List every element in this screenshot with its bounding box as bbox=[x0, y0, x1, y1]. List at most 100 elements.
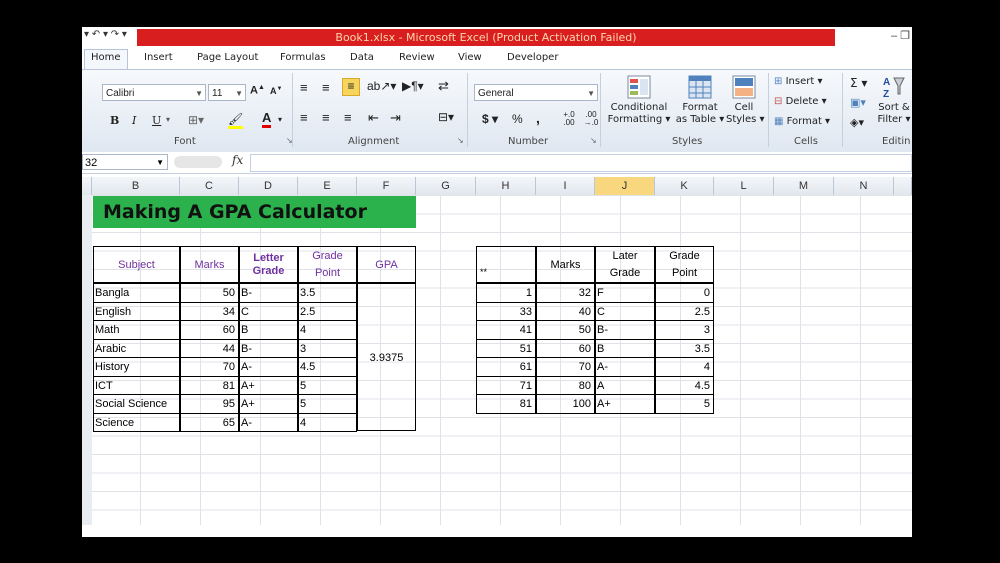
lookup-header-marks[interactable]: Marks bbox=[536, 246, 595, 283]
align-left-icon[interactable]: ≡ bbox=[300, 110, 308, 125]
insert-cells-button[interactable]: ⊞ Insert ▾ bbox=[774, 76, 822, 87]
lookup-to-cell[interactable]: 70 bbox=[536, 357, 595, 377]
cell-area[interactable]: Making A GPA Calculator Subject Marks Le… bbox=[82, 195, 912, 537]
sort-filter-button[interactable]: AZ Sort & Filter ▾ bbox=[876, 74, 912, 126]
lookup-from-cell[interactable]: 1 bbox=[476, 283, 536, 303]
letter-grade-cell[interactable]: B- bbox=[239, 338, 298, 358]
lookup-grade-cell[interactable]: A+ bbox=[595, 394, 655, 414]
column-header-o[interactable] bbox=[894, 177, 912, 195]
tab-page-layout[interactable]: Page Layout bbox=[197, 52, 258, 63]
grow-font-button[interactable]: A▲ bbox=[250, 84, 265, 97]
subject-cell[interactable]: English bbox=[93, 301, 180, 321]
lookup-header-later-grade[interactable]: Later Grade bbox=[595, 246, 655, 283]
lookup-grade-cell[interactable]: B bbox=[595, 338, 655, 358]
grade-point-cell[interactable]: 3.5 bbox=[298, 283, 357, 303]
lookup-from-cell[interactable]: 41 bbox=[476, 320, 536, 340]
letter-grade-cell[interactable]: A+ bbox=[239, 394, 298, 414]
lookup-grade-cell[interactable]: B- bbox=[595, 320, 655, 340]
marks-cell[interactable]: 60 bbox=[180, 320, 239, 340]
column-header-f[interactable]: F bbox=[357, 177, 416, 195]
header-subject[interactable]: Subject bbox=[93, 246, 180, 283]
select-all-corner[interactable] bbox=[82, 177, 92, 195]
conditional-formatting-button[interactable]: Conditional Formatting ▾ bbox=[606, 74, 672, 126]
chevron-down-icon[interactable]: ▾ bbox=[278, 115, 282, 124]
shrink-font-button[interactable]: A▼ bbox=[270, 86, 282, 96]
lookup-to-cell[interactable]: 32 bbox=[536, 283, 595, 303]
marks-cell[interactable]: 44 bbox=[180, 338, 239, 358]
header-gpa[interactable]: GPA bbox=[357, 246, 416, 283]
subject-cell[interactable]: Math bbox=[93, 320, 180, 340]
lookup-point-cell[interactable]: 2.5 bbox=[655, 301, 714, 321]
grade-point-cell[interactable]: 4 bbox=[298, 412, 357, 432]
merge-center-icon[interactable]: ⊟▾ bbox=[438, 110, 454, 124]
text-direction-icon[interactable]: ▶¶▾ bbox=[402, 79, 424, 93]
decrease-decimal-button[interactable]: .00 →.0 bbox=[582, 111, 600, 127]
font-name-combo[interactable]: Calibri ▼ bbox=[102, 84, 206, 101]
formula-input[interactable] bbox=[250, 154, 912, 172]
header-letter-grade[interactable]: Letter Grade bbox=[239, 246, 298, 283]
letter-grade-cell[interactable]: C bbox=[239, 301, 298, 321]
lookup-header-grade-point[interactable]: Grade Point bbox=[655, 246, 714, 283]
marks-cell[interactable]: 81 bbox=[180, 375, 239, 395]
letter-grade-cell[interactable]: A- bbox=[239, 357, 298, 377]
percent-button[interactable]: % bbox=[512, 112, 523, 126]
fill-icon[interactable]: ▣▾ bbox=[850, 96, 866, 109]
tab-view[interactable]: View bbox=[458, 52, 482, 63]
fill-color-icon[interactable]: 🖌 bbox=[228, 112, 244, 129]
insert-function-icon[interactable]: fx bbox=[232, 153, 243, 167]
column-header-g[interactable]: G bbox=[416, 177, 476, 195]
borders-icon[interactable]: ⊞▾ bbox=[188, 113, 204, 127]
column-header-e[interactable]: E bbox=[298, 177, 357, 195]
window-controls[interactable]: – ❐ bbox=[891, 29, 910, 42]
column-header-b[interactable]: B bbox=[92, 177, 180, 195]
subject-cell[interactable]: ICT bbox=[93, 375, 180, 395]
gpa-value[interactable]: 3.9375 bbox=[357, 283, 416, 431]
lookup-from-cell[interactable]: 71 bbox=[476, 375, 536, 395]
bold-button[interactable]: B bbox=[110, 114, 119, 127]
subject-cell[interactable]: Social Science bbox=[93, 394, 180, 414]
lookup-to-cell[interactable]: 100 bbox=[536, 394, 595, 414]
lookup-to-cell[interactable]: 60 bbox=[536, 338, 595, 358]
format-as-table-button[interactable]: Format as Table ▾ bbox=[672, 74, 728, 126]
lookup-to-cell[interactable]: 50 bbox=[536, 320, 595, 340]
align-center-icon[interactable]: ≡ bbox=[322, 110, 330, 125]
align-top-icon[interactable]: ≡ bbox=[300, 80, 308, 95]
currency-button[interactable]: $ ▾ bbox=[482, 112, 498, 126]
grade-point-cell[interactable]: 4 bbox=[298, 320, 357, 340]
lookup-from-cell[interactable]: 81 bbox=[476, 394, 536, 414]
lookup-grade-cell[interactable]: A bbox=[595, 375, 655, 395]
marks-cell[interactable]: 65 bbox=[180, 412, 239, 432]
subject-cell[interactable]: Arabic bbox=[93, 338, 180, 358]
column-header-k[interactable]: K bbox=[655, 177, 714, 195]
align-bottom-icon[interactable]: ≡ bbox=[342, 78, 360, 96]
align-middle-icon[interactable]: ≡ bbox=[322, 80, 330, 95]
subject-cell[interactable]: Science bbox=[93, 412, 180, 432]
header-grade-point[interactable]: Grade Point bbox=[298, 246, 357, 283]
tab-review[interactable]: Review bbox=[399, 52, 435, 63]
increase-indent-icon[interactable]: ⇥ bbox=[390, 110, 401, 126]
subject-cell[interactable]: Bangla bbox=[93, 283, 180, 303]
letter-grade-cell[interactable]: B- bbox=[239, 283, 298, 303]
cell-styles-button[interactable]: Cell Styles ▾ bbox=[726, 74, 765, 126]
lookup-point-cell[interactable]: 4 bbox=[655, 357, 714, 377]
tab-home[interactable]: Home bbox=[84, 49, 128, 71]
sheet-banner[interactable]: Making A GPA Calculator bbox=[93, 196, 416, 228]
clear-icon[interactable]: ◈▾ bbox=[850, 116, 864, 129]
italic-button[interactable]: I bbox=[132, 114, 136, 127]
lookup-point-cell[interactable]: 3 bbox=[655, 320, 714, 340]
lookup-point-cell[interactable]: 3.5 bbox=[655, 338, 714, 358]
header-marks[interactable]: Marks bbox=[180, 246, 239, 283]
marks-cell[interactable]: 70 bbox=[180, 357, 239, 377]
lookup-grade-cell[interactable]: A- bbox=[595, 357, 655, 377]
name-box-resize-handle[interactable] bbox=[174, 156, 222, 168]
number-format-combo[interactable]: General ▼ bbox=[474, 84, 598, 101]
tab-formulas[interactable]: Formulas bbox=[280, 52, 326, 63]
font-color-icon[interactable]: A bbox=[262, 110, 272, 128]
name-box[interactable]: 32 ▼ bbox=[82, 154, 168, 170]
orientation-icon[interactable]: ab↗▾ bbox=[367, 79, 396, 93]
lookup-from-cell[interactable]: 33 bbox=[476, 301, 536, 321]
lookup-point-cell[interactable]: 4.5 bbox=[655, 375, 714, 395]
lookup-point-cell[interactable]: 5 bbox=[655, 394, 714, 414]
wrap-text-icon[interactable]: ⇄ bbox=[438, 78, 449, 94]
underline-button[interactable]: U bbox=[152, 114, 161, 127]
